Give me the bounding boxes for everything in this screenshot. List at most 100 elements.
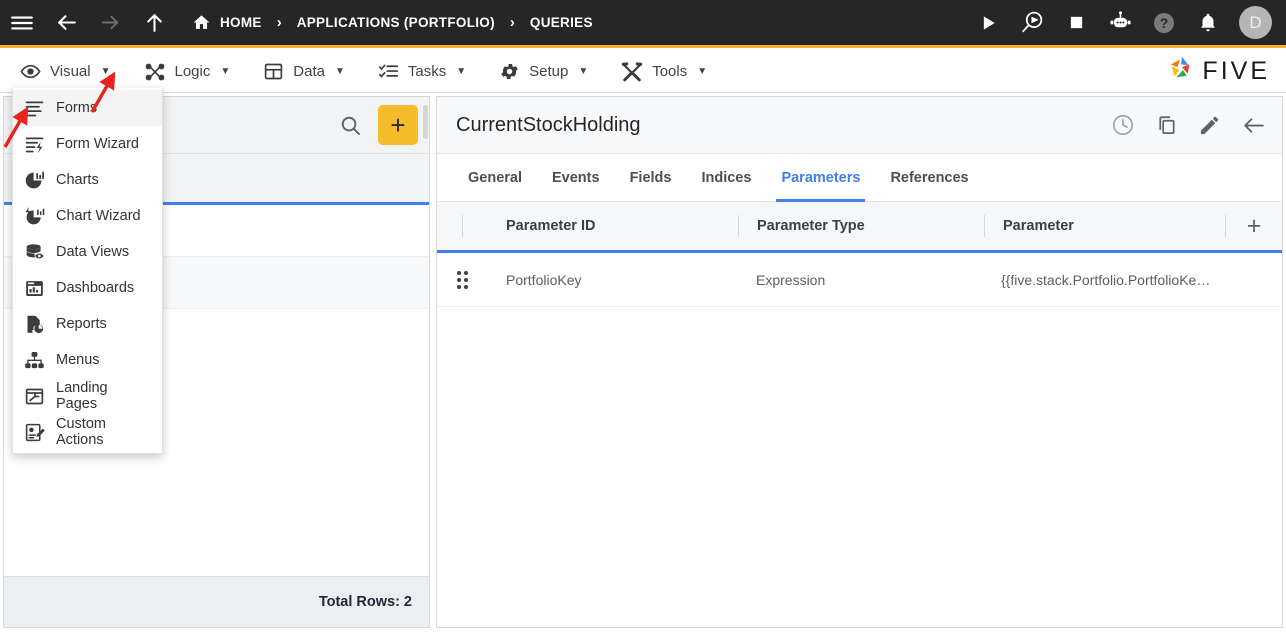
menu-visual-label: Visual xyxy=(50,63,91,80)
menu-setup[interactable]: Setup ▼ xyxy=(486,51,601,93)
breadcrumb-home[interactable]: HOME xyxy=(190,13,264,32)
table-row[interactable]: PortfolioKey Expression {{five.stack.Por… xyxy=(437,253,1282,307)
tab-general[interactable]: General xyxy=(453,154,537,201)
menu-item-label: Custom Actions xyxy=(56,416,106,448)
menu-item-label: Landing Pages xyxy=(56,380,108,412)
home-icon xyxy=(192,13,211,32)
breadcrumb-separator-2: › xyxy=(509,14,515,31)
top-navigation-bar: HOME › APPLICATIONS (PORTFOLIO) › QUERIE… xyxy=(0,0,1286,48)
back-arrow-icon[interactable] xyxy=(1241,113,1266,138)
chevron-down-icon: ▼ xyxy=(100,66,111,77)
application-menu-bar: Visual ▼ Logic ▼ Data ▼ Tasks ▼ Setup ▼ … xyxy=(0,51,1286,93)
user-avatar[interactable]: D xyxy=(1239,6,1272,39)
chevron-down-icon: ▼ xyxy=(456,66,467,77)
menu-tools[interactable]: Tools ▼ xyxy=(608,51,720,93)
visual-dropdown-menu: Forms Form Wizard Charts Chart Wizard Da… xyxy=(12,88,163,454)
header-handle-spacer xyxy=(437,215,488,237)
list-scrollbar[interactable] xyxy=(423,105,428,139)
detail-header: CurrentStockHolding xyxy=(437,97,1282,154)
menu-visual[interactable]: Visual ▼ xyxy=(7,51,124,93)
stop-square-icon[interactable] xyxy=(1055,0,1097,47)
tab-fields[interactable]: Fields xyxy=(615,154,687,201)
menu-data-label: Data xyxy=(293,63,325,80)
menu-item-chart-wizard[interactable]: Chart Wizard xyxy=(13,198,162,234)
column-header-parameter-id[interactable]: Parameter ID xyxy=(488,218,738,234)
custom-actions-icon xyxy=(24,422,45,443)
menu-data[interactable]: Data ▼ xyxy=(250,51,358,93)
hamburger-menu-icon[interactable] xyxy=(0,0,44,47)
up-arrow-icon[interactable] xyxy=(132,0,176,47)
tab-parameters[interactable]: Parameters xyxy=(766,154,875,202)
menu-item-charts[interactable]: Charts xyxy=(13,162,162,198)
run-play-icon[interactable] xyxy=(967,0,1009,47)
checklist-icon xyxy=(378,61,399,82)
chevron-down-icon: ▼ xyxy=(578,66,589,77)
menu-item-label: Data Views xyxy=(56,244,130,260)
menu-item-forms[interactable]: Forms xyxy=(13,90,162,126)
add-parameter-button[interactable]: + xyxy=(1226,212,1282,241)
menu-tasks[interactable]: Tasks ▼ xyxy=(365,51,479,93)
chevron-down-icon: ▼ xyxy=(334,66,345,77)
reports-icon xyxy=(24,314,45,335)
dashboards-icon xyxy=(24,278,45,299)
data-views-icon xyxy=(24,242,45,263)
tab-references[interactable]: References xyxy=(875,154,983,201)
cell-parameter-id: PortfolioKey xyxy=(506,271,582,288)
menu-item-custom-actions[interactable]: Custom Actions xyxy=(13,414,162,450)
menu-item-label: Menus xyxy=(56,352,100,368)
menu-tasks-label: Tasks xyxy=(407,63,447,80)
menu-item-menus[interactable]: Menus xyxy=(13,342,162,378)
help-question-icon[interactable]: ? xyxy=(1143,0,1185,47)
debug-search-play-icon[interactable] xyxy=(1011,0,1053,47)
form-wizard-icon xyxy=(24,134,45,155)
breadcrumb-applications[interactable]: APPLICATIONS (PORTFOLIO) xyxy=(295,15,497,30)
detail-tab-bar: General Events Fields Indices Parameters… xyxy=(437,154,1282,202)
drag-handle-icon[interactable] xyxy=(437,270,488,289)
history-clock-icon[interactable] xyxy=(1111,113,1135,137)
tools-icon xyxy=(621,61,643,83)
menus-icon xyxy=(24,350,45,371)
search-icon[interactable] xyxy=(335,110,365,140)
table-icon xyxy=(263,61,284,82)
duplicate-copy-icon[interactable] xyxy=(1155,114,1178,137)
column-header-parameter-type[interactable]: Parameter Type xyxy=(739,218,984,234)
cell-parameter-value: {{five.stack.Portfolio.PortfolioKe… xyxy=(1001,271,1211,288)
svg-text:?: ? xyxy=(1160,15,1169,31)
breadcrumb-queries-label: QUERIES xyxy=(529,15,593,30)
menu-logic[interactable]: Logic ▼ xyxy=(131,51,244,93)
notification-bell-icon[interactable] xyxy=(1187,0,1229,47)
menu-item-data-views[interactable]: Data Views xyxy=(13,234,162,270)
column-divider xyxy=(462,215,463,237)
edit-pencil-icon[interactable] xyxy=(1198,114,1221,137)
menu-item-reports[interactable]: Reports xyxy=(13,306,162,342)
detail-actions xyxy=(1111,113,1266,138)
query-detail-panel: CurrentStockHolding General Events Field… xyxy=(436,96,1283,628)
forward-arrow-icon[interactable] xyxy=(88,0,132,47)
menu-item-label: Forms xyxy=(56,100,98,116)
menu-item-dashboards[interactable]: Dashboards xyxy=(13,270,162,306)
tab-indices[interactable]: Indices xyxy=(686,154,766,201)
menu-item-form-wizard[interactable]: Form Wizard xyxy=(13,126,162,162)
total-rows-label: Total Rows: 2 xyxy=(4,576,429,627)
parameters-table-header: Parameter ID Parameter Type Parameter + xyxy=(437,202,1282,253)
charts-icon xyxy=(24,170,45,191)
menu-item-label: Charts xyxy=(56,172,99,188)
breadcrumb-separator: › xyxy=(276,14,282,31)
chatbot-icon[interactable] xyxy=(1099,0,1141,47)
eye-icon xyxy=(20,61,41,82)
chart-wizard-icon xyxy=(24,206,45,227)
workflow-icon xyxy=(144,61,166,83)
back-arrow-icon[interactable] xyxy=(44,0,88,47)
top-bar-actions: ? D xyxy=(967,0,1286,47)
add-query-button[interactable]: + xyxy=(378,105,418,145)
menu-item-label: Reports xyxy=(56,316,107,332)
breadcrumb-queries[interactable]: QUERIES xyxy=(528,15,595,30)
five-logo-text: FIVE xyxy=(1202,57,1270,85)
menu-item-landing-pages[interactable]: Landing Pages xyxy=(13,378,162,414)
cell-parameter-type: Expression xyxy=(756,271,826,288)
menu-item-label: Form Wizard xyxy=(56,136,139,152)
menu-setup-label: Setup xyxy=(529,63,569,80)
column-header-parameter[interactable]: Parameter xyxy=(985,218,1225,234)
breadcrumb-applications-label: APPLICATIONS (PORTFOLIO) xyxy=(296,15,495,30)
tab-events[interactable]: Events xyxy=(537,154,615,201)
